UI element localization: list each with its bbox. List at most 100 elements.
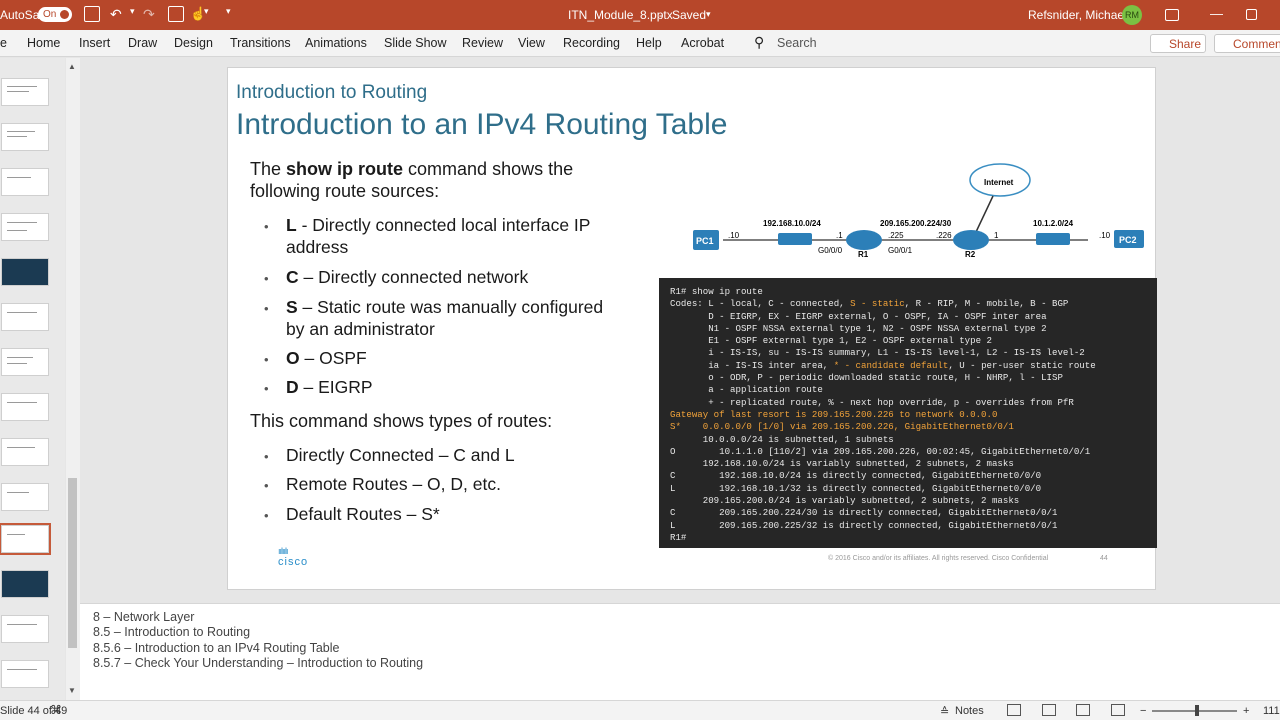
source-code: D bbox=[286, 377, 299, 397]
tab-file[interactable]: e bbox=[0, 36, 7, 50]
undo-icon[interactable]: ↶ bbox=[110, 6, 122, 23]
save-icon[interactable] bbox=[84, 6, 100, 22]
search-box[interactable]: Search bbox=[777, 36, 817, 50]
source-text: – OSPF bbox=[299, 348, 367, 368]
thumbnail[interactable] bbox=[1, 258, 49, 286]
thumbnail[interactable] bbox=[1, 615, 49, 643]
separator-dash: - bbox=[659, 8, 663, 22]
zoom-level[interactable]: 111% bbox=[1263, 705, 1280, 717]
zoom-out-icon[interactable]: − bbox=[1140, 705, 1146, 717]
comments-button[interactable]: Comments bbox=[1214, 34, 1280, 53]
ribbon-display-icon[interactable] bbox=[1165, 9, 1179, 21]
terminal-text: Codes: L - local, C - connected, bbox=[670, 298, 851, 310]
route-type: Default Routes – S* bbox=[286, 504, 440, 524]
thumbnail[interactable] bbox=[1, 393, 49, 421]
tab-draw[interactable]: Draw bbox=[128, 36, 157, 50]
scroll-thumb[interactable] bbox=[68, 478, 77, 648]
reading-view-icon[interactable] bbox=[1076, 704, 1090, 716]
restore-icon[interactable] bbox=[1246, 9, 1257, 20]
net-left-label: 192.168.10.0/24 bbox=[763, 219, 821, 228]
notes-toggle[interactable]: Notes bbox=[955, 705, 984, 717]
terminal-text: D - EIGRP, EX - EIGRP external, O - OSPF… bbox=[670, 310, 1047, 322]
bullet: • bbox=[264, 478, 269, 493]
note-line: 8 – Network Layer bbox=[93, 610, 195, 624]
terminal-line: 192.168.10.0/24 is variably subnetted, 2… bbox=[670, 458, 1146, 470]
terminal-text: 209.165.200.0/24 is variably subnetted, … bbox=[670, 495, 1020, 507]
tab-help[interactable]: Help bbox=[636, 36, 662, 50]
thumbnail[interactable] bbox=[1, 303, 49, 331]
cloud-label: Internet bbox=[984, 178, 1014, 187]
tab-design[interactable]: Design bbox=[174, 36, 213, 50]
autosave-toggle[interactable]: On bbox=[38, 7, 72, 22]
tab-insert[interactable]: Insert bbox=[79, 36, 110, 50]
tab-home[interactable]: Home bbox=[27, 36, 60, 50]
note-line: 8.5.6 – Introduction to an IPv4 Routing … bbox=[93, 641, 340, 655]
slide-title: Introduction to an IPv4 Routing Table bbox=[236, 108, 728, 141]
slide[interactable]: Introduction to Routing Introduction to … bbox=[227, 67, 1157, 590]
terminal-line: L 209.165.200.225/32 is directly connect… bbox=[670, 520, 1146, 532]
types-heading: This command shows types of routes: bbox=[250, 411, 553, 431]
terminal-text: C 209.165.200.224/30 is directly connect… bbox=[670, 507, 1058, 519]
redo-icon[interactable]: ↷ bbox=[143, 6, 155, 23]
avatar[interactable]: RM bbox=[1122, 5, 1142, 25]
thumbnail[interactable] bbox=[1, 660, 49, 688]
notes-icon[interactable]: ≙ bbox=[940, 705, 949, 718]
bullet: • bbox=[264, 271, 269, 286]
user-name[interactable]: Refsnider, Michael bbox=[1028, 8, 1127, 22]
terminal-line: N1 - OSPF NSSA external type 1, N2 - OSP… bbox=[670, 323, 1146, 335]
tab-transitions[interactable]: Transitions bbox=[230, 36, 291, 50]
pc2-label: PC2 bbox=[1119, 235, 1137, 245]
thumbnail[interactable] bbox=[1, 78, 49, 106]
intro-command: show ip route bbox=[286, 159, 404, 179]
undo-dropdown-icon[interactable]: ▾ bbox=[130, 6, 135, 17]
terminal-text: * - candidate default bbox=[833, 359, 949, 371]
slide-sorter-icon[interactable] bbox=[1042, 704, 1056, 716]
tab-recording[interactable]: Recording bbox=[563, 36, 620, 50]
r2-label: R2 bbox=[965, 250, 976, 259]
route-type: Remote Routes – O, D, etc. bbox=[286, 474, 501, 494]
thumbnail[interactable] bbox=[1, 348, 49, 376]
tab-acrobat[interactable]: Acrobat bbox=[681, 36, 724, 50]
scroll-up-icon[interactable]: ▲ bbox=[68, 62, 76, 71]
search-icon[interactable]: ⚲ bbox=[754, 34, 764, 51]
scroll-down-icon[interactable]: ▼ bbox=[68, 686, 76, 695]
terminal-line: 10.0.0.0/24 is subnetted, 1 subnets bbox=[670, 434, 1146, 446]
tab-review[interactable]: Review bbox=[462, 36, 503, 50]
terminal-text: S - static bbox=[850, 298, 905, 310]
intro-line-2: following route sources: bbox=[250, 181, 440, 201]
share-label: Share bbox=[1169, 37, 1202, 51]
internet-cloud: Internet bbox=[969, 163, 1031, 197]
terminal-text: E1 - OSPF external type 1, E2 - OSPF ext… bbox=[670, 335, 992, 347]
terminal-line: + - replicated route, % - next hop overr… bbox=[670, 397, 1146, 409]
thumbnail[interactable] bbox=[1, 123, 49, 151]
touch-dropdown-icon[interactable]: ▾ bbox=[204, 6, 209, 17]
tab-view[interactable]: View bbox=[518, 36, 545, 50]
document-filename[interactable]: ITN_Module_8.pptx bbox=[568, 8, 673, 22]
terminal-text: o - ODR, P - periodic downloaded static … bbox=[670, 372, 1063, 384]
bullet: • bbox=[264, 301, 269, 316]
tab-animations[interactable]: Animations bbox=[305, 36, 367, 50]
thumbnail-current[interactable] bbox=[0, 523, 51, 555]
zoom-in-icon[interactable]: + bbox=[1243, 705, 1249, 717]
terminal-text: S* 0.0.0.0/0 [1/0] via 209.165.200.226, … bbox=[670, 421, 1014, 433]
terminal-text: O 10.1.1.0 [110/2] via 209.165.200.226, … bbox=[670, 445, 1091, 457]
minimize-icon[interactable]: — bbox=[1210, 6, 1223, 21]
share-button[interactable]: Share bbox=[1150, 34, 1206, 53]
thumbnail-scrollbar[interactable]: ▲ ▼ bbox=[66, 58, 80, 700]
terminal-text: + - replicated route, % - next hop overr… bbox=[670, 396, 1074, 408]
customize-qat-icon[interactable]: ▾ bbox=[226, 6, 231, 17]
slideshow-view-icon[interactable] bbox=[1111, 704, 1125, 716]
thumbnail[interactable] bbox=[1, 213, 49, 241]
normal-view-icon[interactable] bbox=[1007, 704, 1021, 716]
thumbnail[interactable] bbox=[1, 483, 49, 511]
thumbnail[interactable] bbox=[1, 168, 49, 196]
zoom-slider-handle[interactable] bbox=[1195, 705, 1199, 716]
accessibility-icon[interactable]: ⌘ bbox=[50, 703, 62, 717]
tab-slide-show[interactable]: Slide Show bbox=[384, 36, 447, 50]
notes-pane[interactable]: 8 – Network Layer 8.5 – Introduction to … bbox=[80, 603, 1280, 700]
router-r1-icon: R1 bbox=[846, 230, 882, 259]
thumbnail[interactable] bbox=[1, 570, 49, 598]
thumbnail[interactable] bbox=[1, 438, 49, 466]
present-icon[interactable] bbox=[168, 6, 184, 22]
saved-dropdown-icon[interactable]: ▾ bbox=[706, 9, 711, 20]
